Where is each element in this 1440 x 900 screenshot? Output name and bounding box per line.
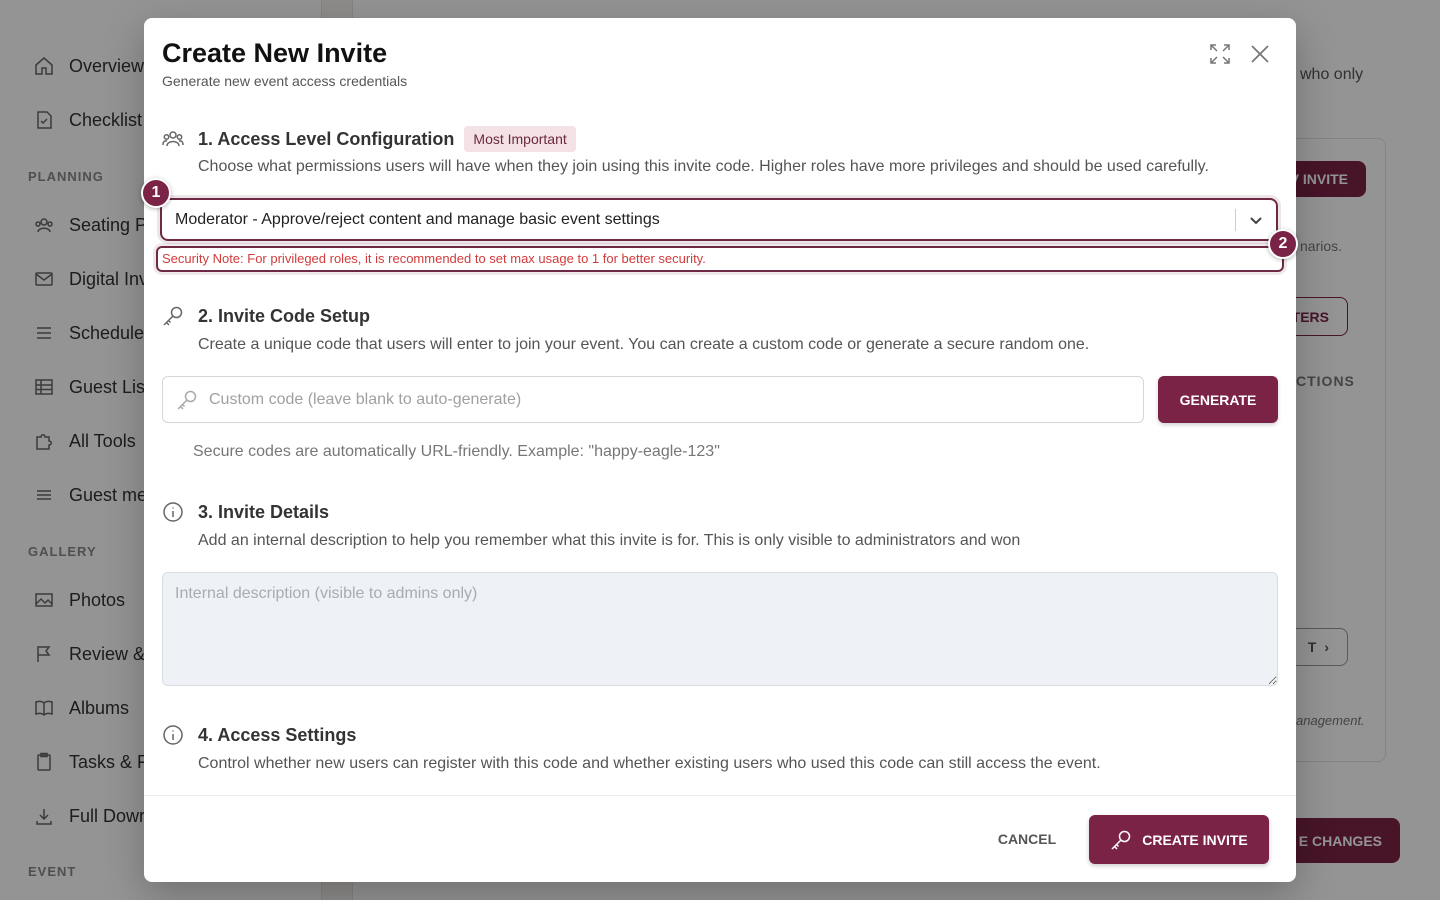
key-icon — [175, 388, 199, 412]
code-hint: Secure codes are automatically URL-frien… — [193, 443, 720, 460]
section-invite-details-header: 3. Invite Details — [162, 501, 329, 523]
section-title: 3. Invite Details — [198, 501, 330, 522]
section-description: Control whether new users can register w… — [198, 755, 1101, 772]
modal-title: Create New Invite — [162, 38, 388, 68]
section-access-level-header: 1. Access Level Configuration Most Impor… — [162, 126, 576, 152]
info-icon — [162, 501, 184, 523]
section-description: Add an internal description to help you … — [198, 532, 1021, 549]
invite-code-input-wrapper — [162, 376, 1144, 423]
annotation-marker-2: 2 — [1268, 229, 1298, 259]
footer-divider — [144, 795, 1296, 796]
selected-role-value: Moderator - Approve/reject content and m… — [175, 210, 660, 228]
key-icon — [162, 305, 184, 327]
key-icon — [1110, 829, 1132, 851]
internal-description-textarea[interactable] — [162, 572, 1278, 686]
section-description: Create a unique code that users will ent… — [198, 336, 1090, 353]
info-icon — [162, 724, 184, 746]
modal-subtitle: Generate new event access credentials — [162, 73, 408, 89]
cancel-button[interactable]: CANCEL — [980, 826, 1074, 852]
section-title: 2. Invite Code Setup — [198, 305, 371, 326]
create-invite-modal: Create New Invite Generate new event acc… — [144, 18, 1296, 882]
create-invite-button[interactable]: CREATE INVITE — [1089, 815, 1269, 864]
close-icon[interactable] — [1246, 40, 1274, 68]
select-divider — [1235, 209, 1236, 231]
section-description: Choose what permissions users will have … — [198, 158, 1209, 175]
access-level-select[interactable]: Moderator - Approve/reject content and m… — [160, 198, 1278, 241]
section-access-settings-header: 4. Access Settings — [162, 724, 356, 746]
expand-icon[interactable] — [1206, 40, 1234, 68]
most-important-badge: Most Important — [464, 126, 576, 152]
invite-code-input[interactable] — [209, 390, 1109, 409]
section-title: 1. Access Level Configuration — [198, 128, 455, 149]
annotation-marker-1: 1 — [141, 178, 171, 208]
chevron-down-icon[interactable] — [1246, 210, 1266, 230]
section-title: 4. Access Settings — [198, 724, 357, 745]
generate-button[interactable]: GENERATE — [1158, 376, 1278, 423]
create-invite-label: CREATE INVITE — [1142, 831, 1248, 848]
users-icon — [162, 128, 184, 150]
security-note: Security Note: For privileged roles, it … — [162, 251, 706, 266]
section-invite-code-header: 2. Invite Code Setup — [162, 305, 370, 327]
